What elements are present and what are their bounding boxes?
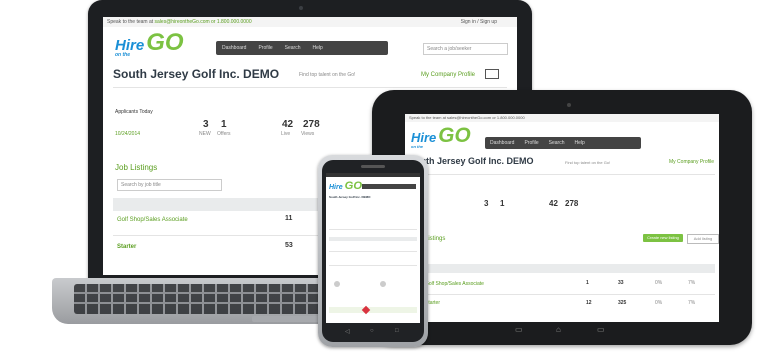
stat-offers-label: Offers	[217, 131, 231, 137]
tablet-profile-link[interactable]: My Company Profile	[669, 159, 714, 165]
stat-live-label: Live	[281, 131, 291, 137]
nav-dashboard[interactable]: Dashboard	[485, 137, 519, 149]
tablet-listings-heading: Listings	[425, 236, 446, 242]
row-divider	[409, 294, 715, 295]
tablet-screen: Speak to the team at sales@hireontheGo.c…	[405, 114, 719, 322]
tablet-table-header	[409, 264, 715, 273]
tablet-row-value: 33	[618, 280, 624, 286]
stat-views-label: Views	[301, 131, 315, 137]
nav-search[interactable]: Search	[544, 137, 570, 149]
phone-footer	[329, 307, 417, 313]
job-row-value: 53	[285, 242, 293, 249]
nav-help[interactable]: Help	[570, 137, 590, 149]
company-title: South Jersey Golf Inc. DEMO	[113, 67, 280, 81]
search-placeholder: Search a job/seeker	[427, 46, 472, 52]
tablet-logo[interactable]: HireGO on the	[411, 124, 471, 149]
tablet-nav: Dashboard Profile Search Help	[485, 137, 641, 149]
signin-link[interactable]: Sign in / Sign up	[461, 19, 497, 25]
tablet-company-title: South Jersey Golf Inc. DEMO	[409, 156, 534, 166]
stat-new-label: NEW	[199, 131, 211, 137]
tagline-text: Find top talent on the Go!	[299, 72, 356, 78]
recent-apps-icon[interactable]: ▭	[597, 325, 605, 334]
header-search-input[interactable]: Search a job/seeker	[423, 43, 508, 55]
logo-go: GO	[438, 124, 471, 147]
row-divider	[329, 265, 417, 266]
hire-on-the-go-logo[interactable]: HireGO on the	[115, 31, 184, 58]
phone-back-icon[interactable]: ◁	[345, 328, 350, 335]
create-listing-button[interactable]: Create new listing	[643, 234, 683, 242]
logo-hire: Hire	[411, 130, 437, 145]
tablet-topbar: Speak to the team at sales@hireontheGo.c…	[405, 114, 719, 122]
divider	[113, 87, 507, 88]
phone-speaker	[361, 165, 385, 168]
nav-profile[interactable]: Profile	[252, 41, 278, 55]
phone-icon	[334, 281, 340, 287]
add-listing-button[interactable]: Add listing	[687, 234, 719, 244]
row-divider	[329, 251, 417, 252]
stat-new-value: 3	[484, 199, 489, 208]
tablet-topbar-text: Speak to the team at sales@hireontheGo.c…	[409, 115, 525, 120]
phone-statusbar	[326, 173, 420, 177]
phone-screen: Hire GO South Jersey Golf Inc. DEMO	[326, 173, 420, 323]
divider	[409, 174, 715, 175]
stat-offers-value: 1	[500, 199, 505, 208]
divider	[329, 229, 417, 230]
stat-offers-value: 1	[221, 119, 227, 130]
nav-profile[interactable]: Profile	[519, 137, 543, 149]
stat-new-value: 3	[203, 119, 209, 130]
tablet-row-value: 7%	[688, 300, 696, 306]
tablet-job-row-title[interactable]: Golf Shop/Sales Associate	[425, 281, 484, 287]
job-row-value: 11	[285, 215, 293, 222]
main-nav: Dashboard Profile Search Help	[216, 41, 388, 55]
phone-home-icon[interactable]: ○	[370, 328, 374, 334]
phone-company-title: South Jersey Golf Inc. DEMO	[329, 195, 371, 199]
job-listings-heading: Job Listings	[115, 163, 158, 172]
stat-live-value: 42	[282, 119, 294, 130]
phone-logo[interactable]: Hire GO	[329, 180, 363, 192]
tablet-tagline: Find top talent on the Go!	[565, 160, 611, 165]
home-icon[interactable]: ⌂	[556, 325, 561, 334]
job-row-title[interactable]: Golf Shop/Sales Associate	[117, 217, 188, 223]
logo-hire: Hire	[329, 184, 343, 191]
job-row-title[interactable]: Starter	[117, 244, 136, 250]
tablet-row-value: 12	[586, 300, 592, 306]
logo-go: GO	[146, 29, 184, 56]
phone-icon	[380, 281, 386, 287]
nav-help[interactable]: Help	[307, 41, 329, 55]
tablet-row-value: 7%	[688, 280, 696, 286]
topbar-text: Speak to the team at	[107, 19, 155, 25]
tablet-camera	[567, 103, 571, 107]
nav-search[interactable]: Search	[279, 41, 307, 55]
applicants-date[interactable]: 10/24/2014	[115, 131, 140, 137]
topbar-contact-link[interactable]: sales@hireontheGo.com or 1.800.000.0000	[155, 19, 252, 25]
logo-go: GO	[344, 180, 363, 192]
nav-dashboard[interactable]: Dashboard	[216, 41, 252, 55]
company-profile-link[interactable]: My Company Profile	[421, 72, 475, 78]
laptop-topbar: Speak to the team at sales@hireontheGo.c…	[103, 17, 517, 27]
stat-views-value: 278	[303, 119, 320, 130]
phone-nav[interactable]	[362, 184, 416, 189]
tablet-row-value: 0%	[655, 300, 663, 306]
phone-table-header	[329, 237, 417, 241]
tablet-row-value: 325	[618, 300, 627, 306]
laptop-camera	[299, 6, 303, 10]
applicants-label: Applicants Today	[115, 109, 153, 115]
stat-live-value: 42	[549, 199, 558, 208]
laptop-view-icon[interactable]	[485, 69, 499, 79]
stat-views-value: 278	[565, 199, 579, 208]
phone-menu-icon[interactable]: □	[395, 328, 399, 334]
job-search-placeholder: Search by job title	[121, 182, 161, 188]
job-search-input[interactable]: Search by job title	[117, 179, 222, 191]
tablet-row-value: 0%	[655, 280, 663, 286]
back-icon[interactable]: ▭	[515, 325, 523, 334]
tablet-row-value: 1	[586, 280, 589, 286]
